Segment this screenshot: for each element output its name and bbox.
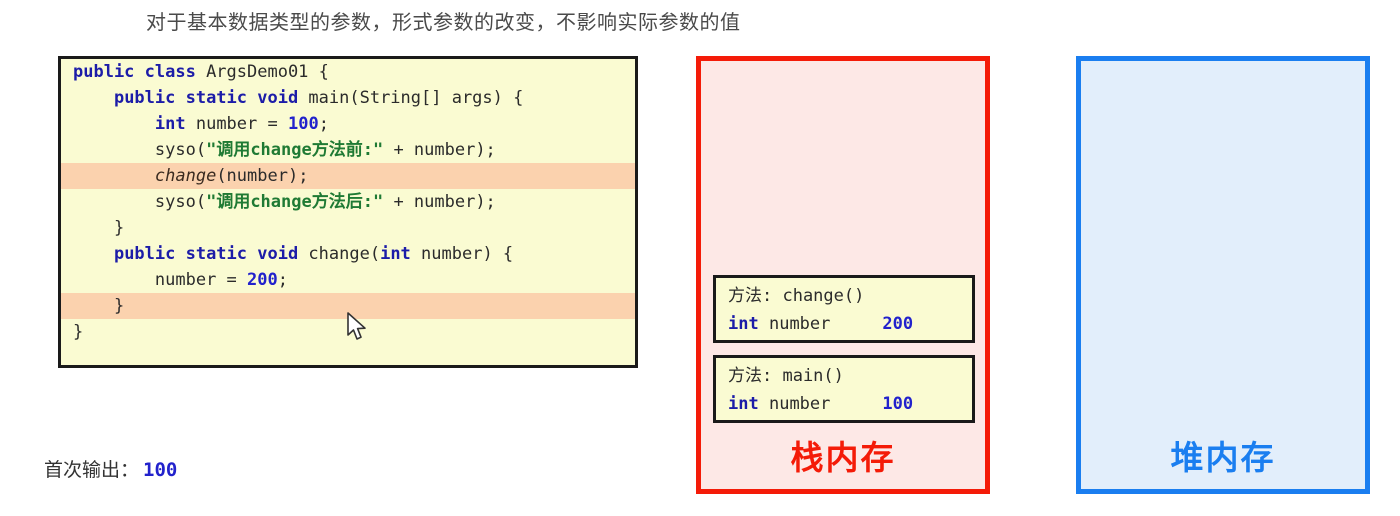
first-output-value: 100 — [143, 459, 178, 481]
code-token: change — [154, 166, 217, 186]
code-token: (number); — [216, 166, 309, 186]
code-line: number = 200; — [61, 267, 635, 293]
heap-memory-region: 堆内存 — [1076, 56, 1370, 494]
code-line: public class ArgsDemo01 { — [61, 59, 635, 85]
stack-frame-change-variable: int number 200 — [716, 310, 972, 338]
stack-frame-change-var-value: 200 — [882, 314, 914, 334]
code-token: syso( — [154, 192, 207, 212]
code-token: int — [380, 244, 422, 264]
code-token: public static void — [113, 244, 309, 264]
first-output-line: 首次输出： 100 — [44, 455, 177, 482]
stack-memory-label: 栈内存 — [790, 438, 896, 477]
code-token: number = — [195, 114, 288, 134]
code-line: } — [61, 319, 635, 345]
code-token: } — [73, 322, 84, 342]
stack-frame-change-var-type: int number — [728, 314, 831, 334]
code-line: syso("调用change方法后:" + number); — [61, 189, 635, 215]
first-output-label: 首次输出： — [44, 459, 140, 481]
code-token: ArgsDemo01 { — [206, 62, 329, 82]
code-token: public static void — [113, 88, 309, 108]
stack-memory-region: 方法: change() int number 200 方法: main() i… — [696, 56, 990, 494]
code-token: + number); — [383, 140, 496, 160]
code-token: number = — [154, 270, 248, 290]
heap-memory-label: 堆内存 — [1170, 438, 1276, 477]
code-token: syso( — [154, 140, 207, 160]
code-line: } — [61, 215, 635, 241]
code-token: main(String[] args) { — [308, 88, 524, 108]
code-line: syso("调用change方法前:" + number); — [61, 137, 635, 163]
stack-frame-change: 方法: change() int number 200 — [713, 275, 975, 343]
code-token: number) { — [421, 244, 514, 264]
code-token: ; — [277, 270, 288, 290]
code-token: + number); — [383, 192, 496, 212]
code-token: 100 — [287, 114, 319, 134]
code-line: } — [61, 293, 635, 319]
code-token: } — [113, 218, 125, 238]
stack-frame-main-var-value: 100 — [882, 394, 914, 414]
code-editor-panel: public class ArgsDemo01 { public static … — [58, 56, 638, 368]
code-token: ; — [318, 114, 329, 134]
code-line: int number = 100; — [61, 111, 635, 137]
code-token: "调用change方法后:" — [206, 192, 384, 212]
code-token: "调用change方法前:" — [206, 140, 384, 160]
code-line: public static void main(String[] args) { — [61, 85, 635, 111]
page-title: 对于基本数据类型的参数，形式参数的改变，不影响实际参数的值 — [146, 10, 741, 34]
stack-frame-change-title: 方法: change() — [728, 286, 865, 306]
code-line: public static void change(int number) { — [61, 241, 635, 267]
code-token: int — [154, 114, 196, 134]
stack-frame-main-title: 方法: main() — [728, 366, 844, 386]
code-token: 200 — [247, 270, 278, 290]
stack-frame-main: 方法: main() int number 100 — [713, 355, 975, 423]
stack-frame-main-variable: int number 100 — [716, 390, 972, 418]
code-line: change(number); — [61, 163, 635, 189]
code-token: change( — [308, 244, 381, 264]
code-token: public class — [73, 62, 207, 82]
stack-frame-main-var-type: int number — [728, 394, 831, 414]
code-token: } — [113, 296, 125, 316]
